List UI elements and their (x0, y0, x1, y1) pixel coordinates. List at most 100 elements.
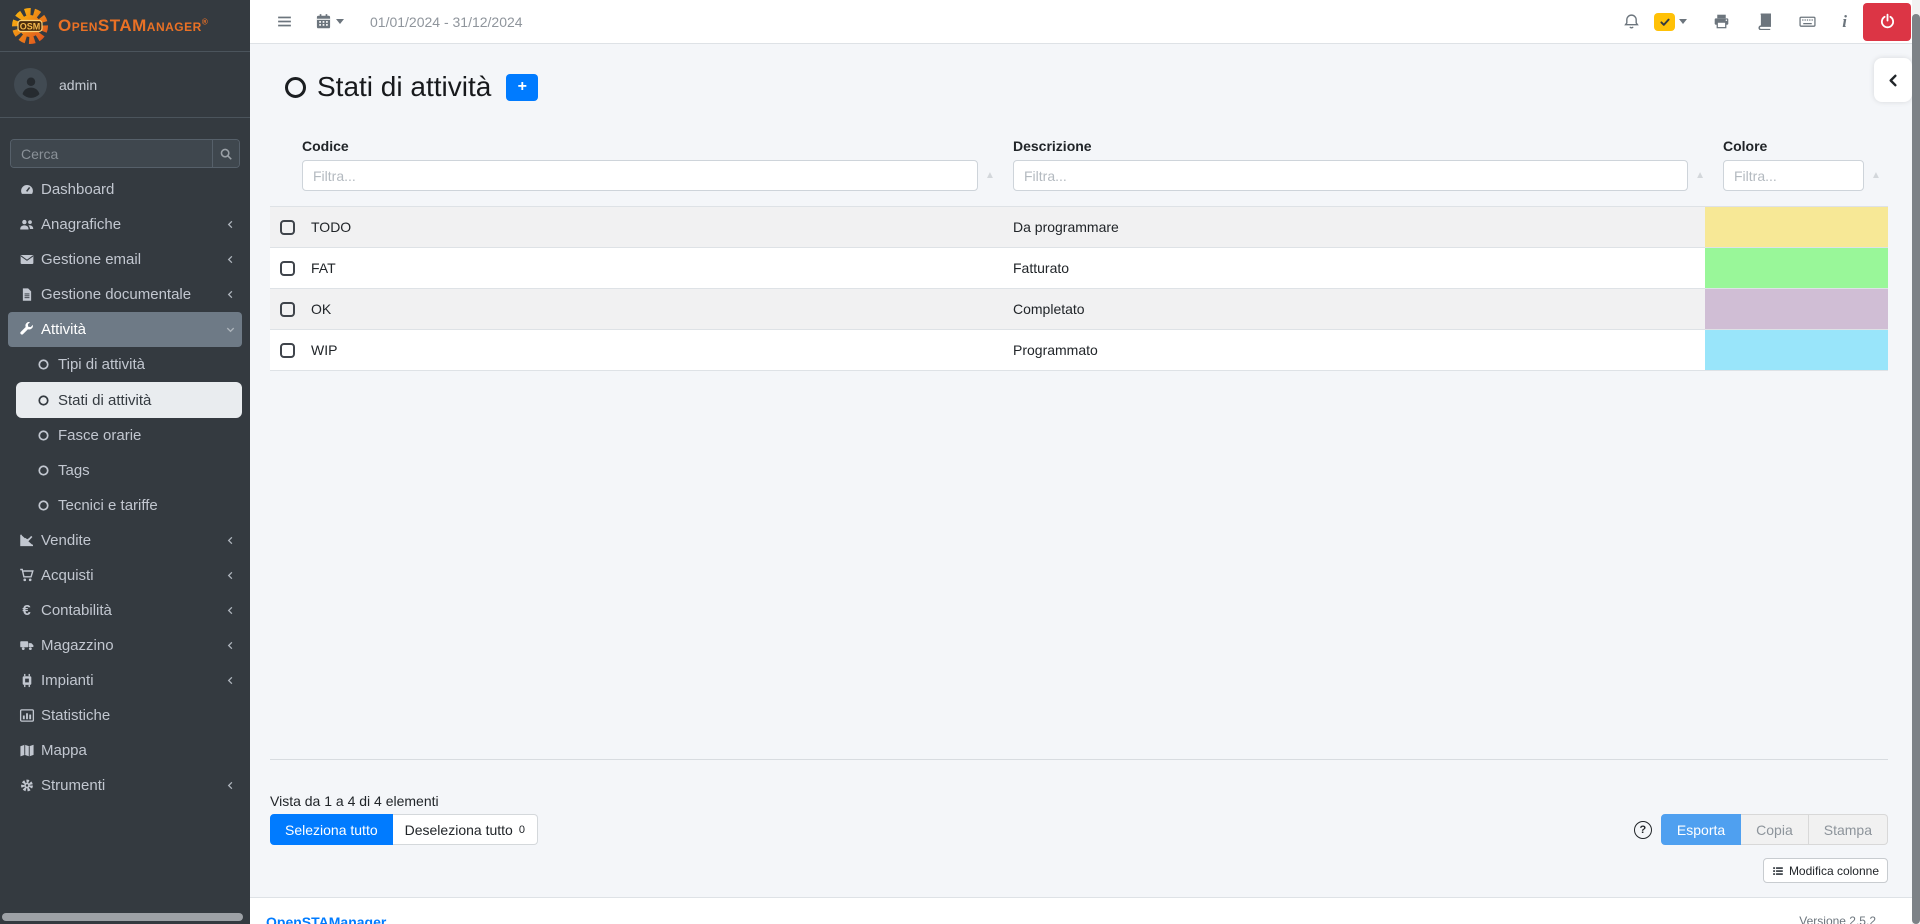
info-icon[interactable]: i (1842, 12, 1847, 32)
main-content: Stati di attività + Codice ▲ Descrizione (250, 44, 1912, 897)
date-range[interactable]: 01/01/2024 - 31/12/2024 (370, 14, 523, 30)
sidebar-horizontal-scrollbar[interactable] (2, 913, 243, 921)
data-table: Codice ▲ Descrizione ▲ Colore (270, 138, 1888, 371)
row-checkbox[interactable] (280, 302, 295, 317)
edit-columns-button[interactable]: Modifica colonne (1763, 858, 1888, 883)
sort-asc-icon[interactable]: ▲ (1871, 170, 1881, 181)
chevron-left-icon (225, 605, 236, 616)
users-icon (18, 217, 35, 233)
print-button[interactable]: Stampa (1809, 814, 1888, 845)
sidebar-item-anagrafiche[interactable]: Anagrafiche (8, 207, 242, 242)
sidebar-item-dashboard[interactable]: Dashboard (8, 172, 242, 207)
sort-asc-icon[interactable]: ▲ (1695, 170, 1705, 181)
wrench-icon (18, 322, 35, 338)
row-code: FAT (300, 248, 1005, 288)
sidebar-item-tags[interactable]: Tags (8, 453, 242, 488)
gear-icon (18, 778, 35, 794)
sidebar-item-contabilita[interactable]: € Contabilità (8, 593, 242, 628)
brand[interactable]: OSM OpenSTAManager® (0, 0, 250, 52)
hamburger-menu-icon[interactable] (276, 13, 293, 30)
help-icon[interactable]: ? (1634, 821, 1652, 839)
filter-codice-input[interactable] (302, 160, 978, 191)
caret-down-icon[interactable] (1679, 19, 1687, 24)
sidebar-item-impianti[interactable]: Impianti (8, 663, 242, 698)
table-row[interactable]: OK Completato (270, 289, 1888, 330)
row-checkbox[interactable] (280, 343, 295, 358)
divider (270, 759, 1888, 760)
keyboard-icon[interactable] (1799, 13, 1816, 30)
chevron-left-icon (225, 535, 236, 546)
sidebar-item-gestione-documentale[interactable]: Gestione documentale (8, 277, 242, 312)
sidebar-item-mappa[interactable]: Mappa (8, 733, 242, 768)
export-buttons: ? Esporta Copia Stampa (1634, 814, 1888, 845)
filter-descrizione-input[interactable] (1013, 160, 1688, 191)
chevron-left-icon (225, 780, 236, 791)
search-button[interactable] (212, 140, 239, 167)
euro-icon: € (18, 603, 35, 619)
row-description: Fatturato (1005, 248, 1705, 288)
chart-line-icon (18, 533, 35, 549)
osm-gear-logo-icon: OSM (10, 6, 50, 46)
column-header-colore[interactable]: Colore (1723, 138, 1888, 155)
footer-version: Versione 2.5.2 (1799, 914, 1876, 924)
row-checkbox[interactable] (280, 220, 295, 235)
navbar-right-icons: i (1623, 0, 1912, 43)
tasks-check-icon[interactable] (1654, 13, 1675, 31)
sidebar-item-tecnici-e-tariffe[interactable]: Tecnici e tariffe (8, 488, 242, 523)
table-row[interactable]: WIP Programmato (270, 330, 1888, 371)
vertical-scrollbar-track[interactable] (1912, 0, 1920, 924)
sidebar-item-fasce-orarie[interactable]: Fasce orarie (8, 418, 242, 453)
shopping-cart-icon (18, 568, 35, 584)
app-window: OSM OpenSTAManager® admin Dashboard Anag (0, 0, 1920, 924)
deselect-all-button[interactable]: Deseleziona tutto0 (393, 814, 538, 845)
sidebar-item-acquisti[interactable]: Acquisti (8, 558, 242, 593)
row-checkbox[interactable] (280, 261, 295, 276)
book-icon[interactable] (1756, 13, 1773, 30)
select-all-button[interactable]: Seleziona tutto (270, 814, 393, 845)
search-input[interactable] (11, 140, 212, 167)
color-swatch (1705, 330, 1888, 370)
copy-button[interactable]: Copia (1741, 814, 1809, 845)
sidebar-item-magazzino[interactable]: Magazzino (8, 628, 242, 663)
export-button[interactable]: Esporta (1661, 814, 1741, 845)
search-icon (219, 147, 233, 161)
brand-name: OpenSTAManager® (58, 16, 208, 36)
document-icon (18, 287, 35, 303)
logout-power-button[interactable] (1863, 3, 1911, 41)
svg-text:OSM: OSM (20, 21, 41, 31)
column-header-descrizione[interactable]: Descrizione (1013, 138, 1705, 155)
color-swatch (1705, 248, 1888, 288)
color-swatch (1705, 289, 1888, 329)
sidebar-search (10, 139, 240, 168)
power-icon (1879, 13, 1896, 30)
sidebar-item-vendite[interactable]: Vendite (8, 523, 242, 558)
filter-colore-input[interactable] (1723, 160, 1864, 191)
sidebar-item-gestione-email[interactable]: Gestione email (8, 242, 242, 277)
list-icon (1772, 865, 1784, 877)
sort-asc-icon[interactable]: ▲ (985, 170, 995, 181)
chevron-left-icon (225, 570, 236, 581)
top-navbar: 01/01/2024 - 31/12/2024 i (250, 0, 1912, 44)
sidebar-item-statistiche[interactable]: Statistiche (8, 698, 242, 733)
table-info: Vista da 1 a 4 di 4 elementi (270, 793, 439, 809)
sidebar-item-strumenti[interactable]: Strumenti (8, 768, 242, 803)
vertical-scrollbar-thumb[interactable] (1912, 14, 1920, 924)
column-header-codice[interactable]: Codice (302, 138, 1005, 155)
user-panel[interactable]: admin (0, 52, 250, 118)
printer-icon[interactable] (1713, 13, 1730, 30)
sidebar-item-attivita[interactable]: Attività (8, 312, 242, 347)
sidebar-item-stati-di-attivita[interactable]: Stati di attività (16, 382, 242, 418)
table-row[interactable]: FAT Fatturato (270, 248, 1888, 289)
calendar-icon[interactable] (315, 13, 332, 30)
add-button[interactable]: + (506, 74, 538, 101)
truck-icon (18, 638, 35, 654)
chevron-left-icon (225, 219, 236, 230)
chevron-left-icon (1886, 73, 1901, 88)
collapse-panel-button[interactable] (1874, 58, 1912, 102)
footer-app-link[interactable]: OpenSTAManager (266, 914, 386, 924)
sidebar-nav: Dashboard Anagrafiche Gestione email Ges… (0, 172, 250, 803)
sidebar-item-tipi-di-attivita[interactable]: Tipi di attività (8, 347, 242, 382)
bell-icon[interactable] (1623, 13, 1640, 30)
chip-icon (18, 673, 35, 689)
table-row[interactable]: TODO Da programmare (270, 207, 1888, 248)
